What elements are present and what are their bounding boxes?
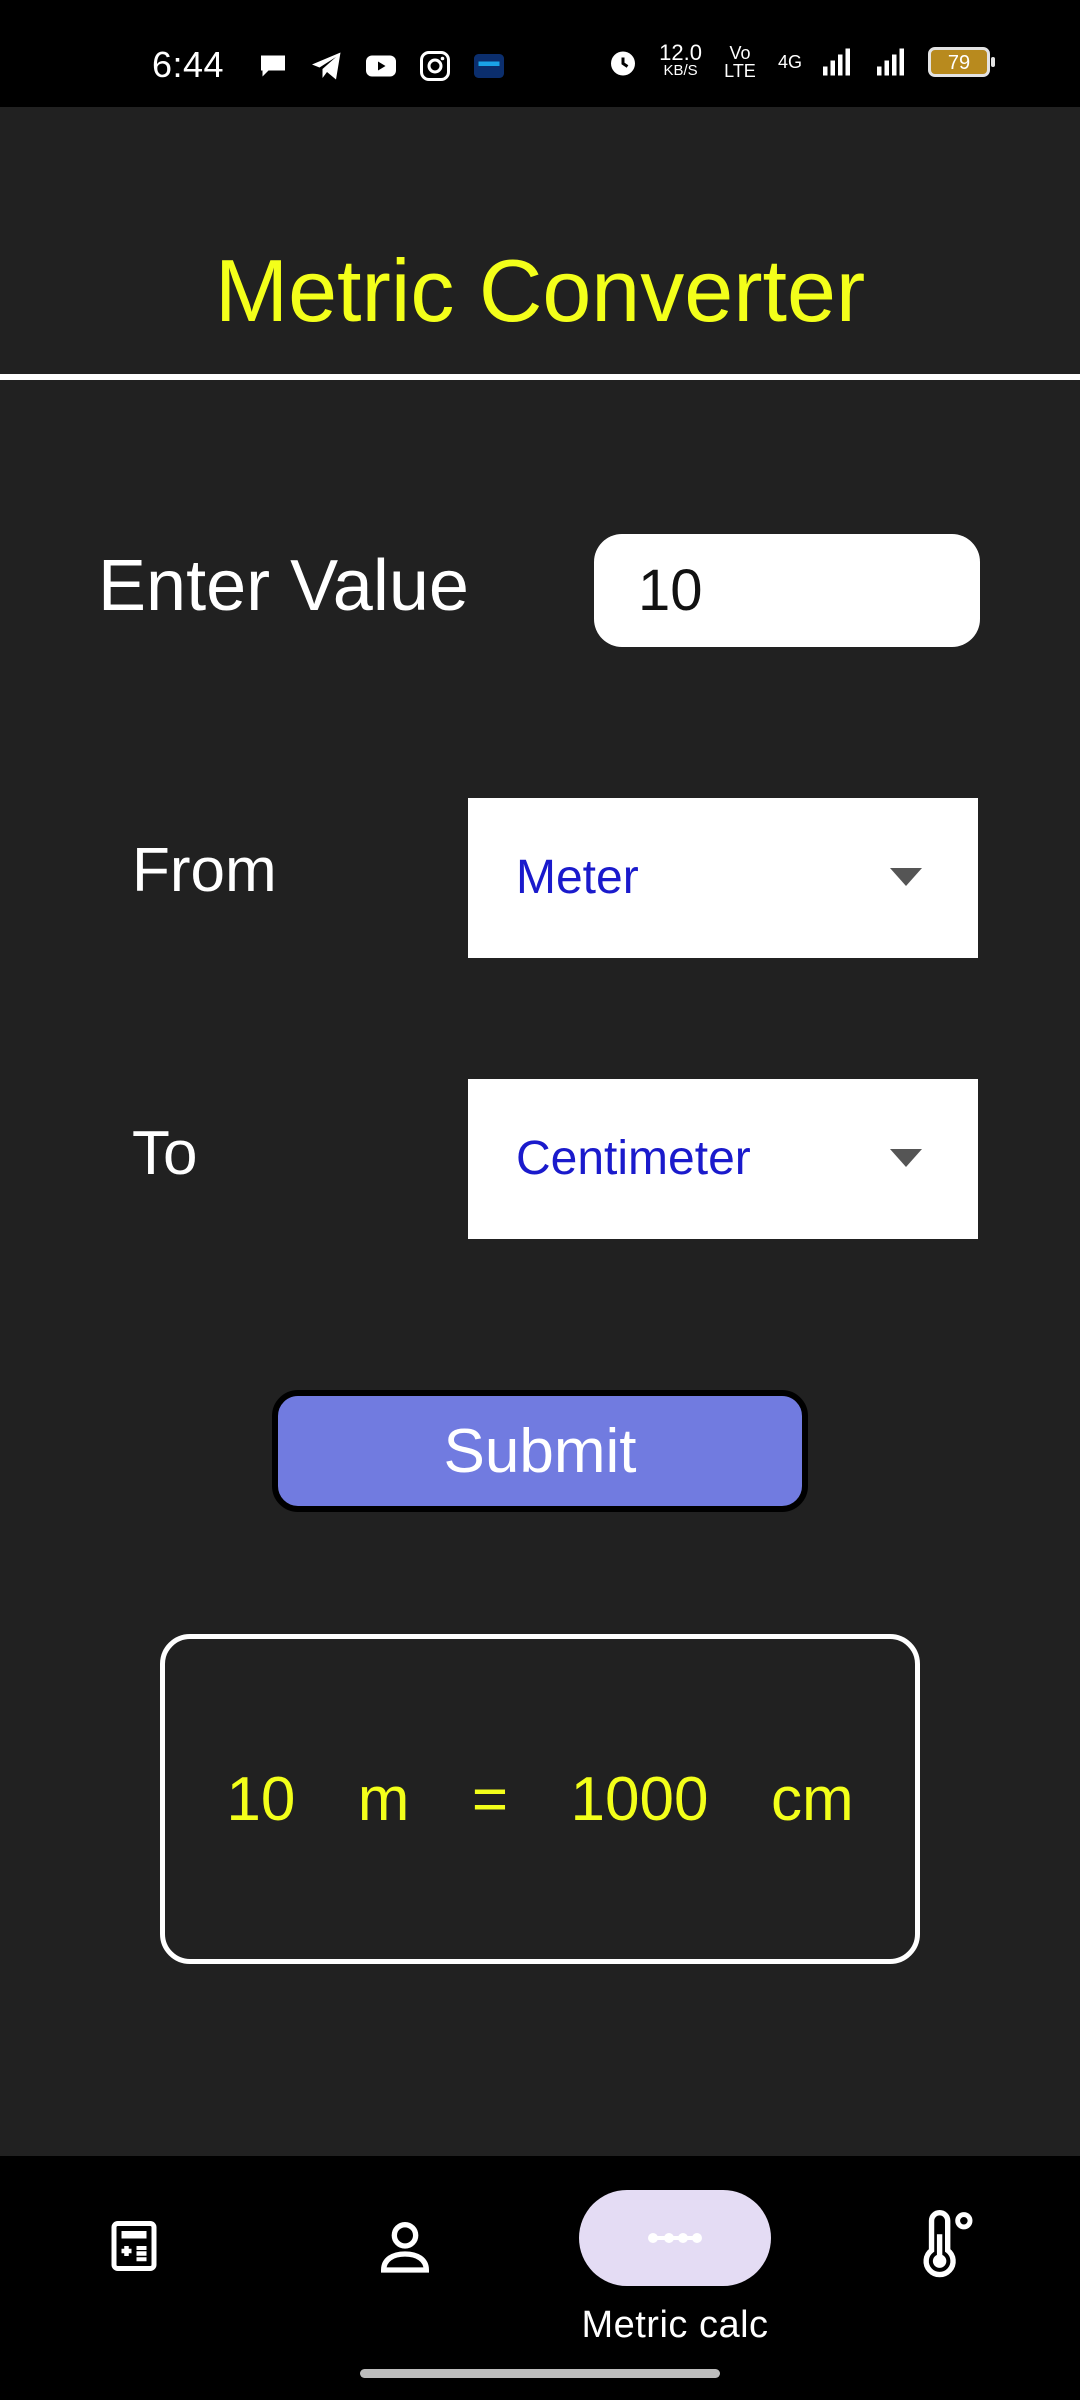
nav-item-profile[interactable] bbox=[305, 2190, 505, 2278]
calculator-icon bbox=[111, 2221, 157, 2271]
result-box: 10 m = 1000 cm bbox=[160, 1634, 920, 1964]
submit-button[interactable]: Submit bbox=[272, 1390, 808, 1512]
to-label: To bbox=[132, 1119, 198, 1188]
battery-icon: 79 bbox=[928, 47, 995, 77]
person-icon bbox=[380, 2222, 430, 2273]
from-unit-value: Meter bbox=[516, 851, 639, 904]
instagram-icon bbox=[420, 51, 450, 81]
thermometer-icon bbox=[923, 2210, 973, 2278]
to-unit-value: Centimeter bbox=[516, 1132, 751, 1185]
from-label: From bbox=[132, 836, 277, 905]
page-title: Metric Converter bbox=[214, 241, 866, 340]
bottom-navigation: Metric calc bbox=[0, 2156, 1080, 2400]
net-speed: 12.0 KB/S bbox=[659, 40, 702, 80]
dots-icon bbox=[648, 2233, 702, 2243]
active-indicator bbox=[579, 2190, 771, 2286]
telegram-icon bbox=[312, 52, 341, 80]
network-type: 4G bbox=[777, 52, 802, 72]
to-unit-dropdown[interactable]: Centimeter bbox=[468, 1079, 978, 1239]
home-indicator[interactable] bbox=[360, 2369, 720, 2378]
dropdown-arrow-icon bbox=[890, 868, 922, 886]
signal-icon-2 bbox=[877, 48, 904, 76]
enter-value-label: Enter Value bbox=[98, 546, 469, 626]
chat-bubble-icon bbox=[261, 55, 285, 77]
system-status-icons: 12.0 KB/S Vo LTE 4G 79 bbox=[605, 40, 995, 81]
nav-item-temperature[interactable] bbox=[845, 2190, 1045, 2280]
status-bar: 6:44 12.0 KB/S Vo LTE 4G 79 bbox=[0, 0, 1080, 107]
value-input[interactable] bbox=[594, 534, 980, 647]
from-unit-dropdown[interactable]: Meter bbox=[468, 798, 978, 958]
alarm-icon bbox=[611, 51, 636, 76]
notification-icons bbox=[255, 48, 507, 84]
dropdown-arrow-icon bbox=[890, 1149, 922, 1167]
nav-item-calculator[interactable] bbox=[34, 2190, 234, 2276]
nav-label-metric-calc: Metric calc bbox=[581, 2304, 769, 2346]
signal-icon bbox=[823, 48, 850, 76]
result-text: 10 m = 1000 cm bbox=[226, 1764, 854, 1834]
title-divider bbox=[0, 374, 1080, 380]
volte-indicator: Vo LTE bbox=[724, 43, 756, 81]
status-time: 6:44 bbox=[152, 44, 225, 85]
paytm-icon bbox=[474, 54, 504, 78]
nav-item-metric-calc[interactable]: Metric calc bbox=[575, 2190, 775, 2347]
youtube-icon bbox=[366, 55, 396, 77]
